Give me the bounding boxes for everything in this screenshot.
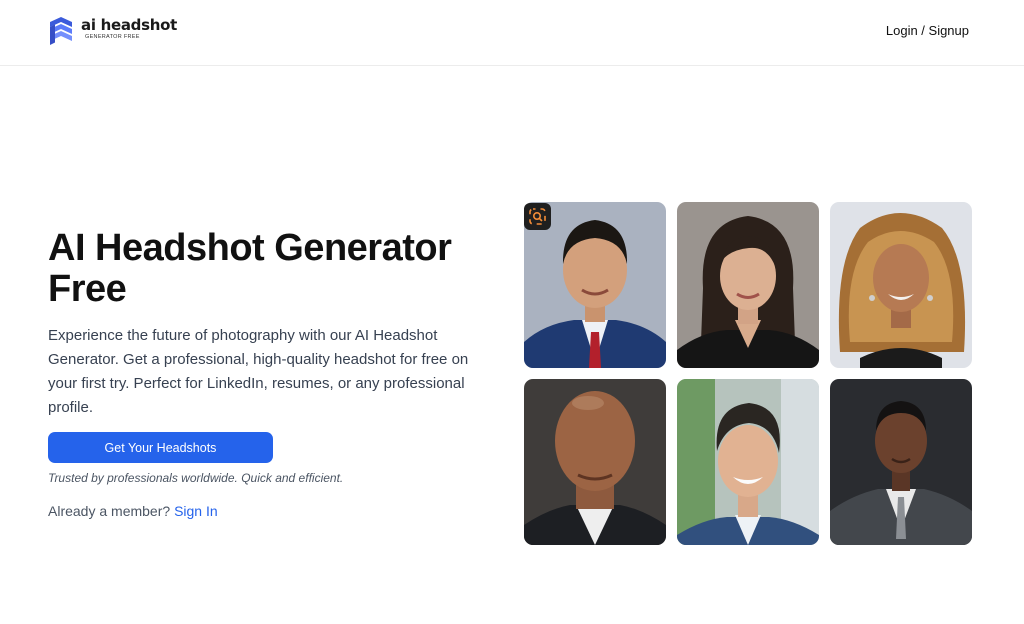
member-prompt: Already a member? Sign In <box>48 503 218 519</box>
site-header: ai headshot GENERATOR FREE Login / Signu… <box>0 0 1024 66</box>
sign-in-link[interactable]: Sign In <box>174 503 218 519</box>
headshot-young-man-blue-suit <box>677 379 819 545</box>
lens-search-icon[interactable] <box>524 203 551 230</box>
get-headshots-button[interactable]: Get Your Headshots <box>48 432 273 463</box>
logo-mark-icon <box>50 17 72 45</box>
logo-tagline: GENERATOR FREE <box>85 34 140 40</box>
logo-name: ai headshot <box>81 16 177 34</box>
headshot-woman-dark-hair-black-blazer <box>677 202 819 368</box>
login-signup-link[interactable]: Login / Signup <box>886 23 969 38</box>
member-prompt-text: Already a member? <box>48 503 171 519</box>
hero-description: Experience the future of photography wit… <box>48 327 469 416</box>
headshot-man-grey-suit <box>830 379 972 545</box>
headshot-woman-wavy-blonde-hair <box>830 202 972 368</box>
trusted-tagline: Trusted by professionals worldwide. Quic… <box>48 471 344 485</box>
headshot-bald-man-dark-suit <box>524 379 666 545</box>
page-title: AI Headshot Generator Free <box>48 227 452 310</box>
site-logo[interactable]: ai headshot GENERATOR FREE <box>48 16 177 46</box>
